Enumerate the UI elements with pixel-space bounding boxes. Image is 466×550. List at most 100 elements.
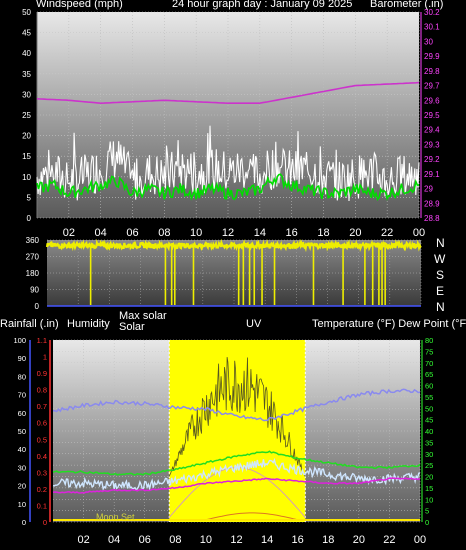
direction-y-tick-label: 180 (26, 269, 40, 278)
barometer-y-tick-label: 29.6 (424, 96, 440, 105)
direction-y-tick-label: 360 (26, 236, 40, 245)
wind-y-tick-label: 10 (22, 173, 31, 182)
barometer-y-tick-label: 29.8 (424, 67, 440, 76)
solar-label: Solar (119, 321, 145, 333)
weather-graph: 0 5 10 15 20 25 30 35 40 45 50 28.8 28.9 29 29.1 29.2 29… (0, 0, 466, 550)
wind-dir-label-n1: N (436, 236, 445, 250)
temperature-y-tick-label: 80 (425, 336, 433, 345)
humidity-y-tick-label: 100 (13, 336, 26, 345)
wind-x-tick-label: 08 (158, 227, 170, 239)
bottom-x-tick-label: 20 (353, 534, 365, 546)
temperature-y-tick-label: 50 (425, 404, 433, 413)
direction-y-tick-label: 270 (26, 253, 40, 262)
wind-x-tick-label: 14 (254, 227, 266, 239)
humidity-axis-title: Humidity (67, 318, 110, 330)
wind-x-tick-label: 04 (95, 227, 107, 239)
barometer-y-tick-label: 29 (424, 185, 433, 194)
temperature-dewpoint-title: Temperature (°F) Dew Point (°F) (312, 318, 466, 330)
rainfall-axis-title: Rainfall (.in) (0, 318, 59, 330)
moon-set-label: Moon Set (96, 512, 135, 522)
rainfall-y-tick-label: 1.1 (37, 336, 47, 345)
barometer-axis-title: Barometer (.in) (370, 0, 444, 10)
barometer-y-tick-label: 29.7 (424, 82, 440, 91)
temperature-y-tick-label: 55 (425, 393, 433, 402)
wind-y-tick-label: 5 (27, 193, 32, 202)
rainfall-y-tick-label: 0.8 (37, 386, 47, 395)
wind-x-tick-label: 06 (126, 227, 138, 239)
wind-dir-label-s: S (436, 268, 445, 282)
temperature-y-tick-label: 40 (425, 427, 433, 436)
rainfall-y-tick-label: 1 (43, 353, 47, 362)
direction-y-tick-label: 90 (30, 286, 39, 295)
temperature-y-tick-label: 65 (425, 370, 433, 379)
barometer-y-tick-label: 29.9 (424, 52, 440, 61)
wind-x-tick-label: 12 (222, 227, 234, 239)
barometer-y-tick-label: 29.3 (424, 140, 440, 149)
bottom-x-tick-label: 10 (200, 534, 212, 546)
barometer-y-tick-label: 29.4 (424, 126, 440, 135)
rainfall-y-tick-label: 0.6 (37, 419, 47, 428)
wind-x-tick-label: 10 (190, 227, 202, 239)
bottom-x-tick-label: 16 (292, 534, 304, 546)
humidity-y-tick-label: 30 (18, 463, 26, 472)
barometer-y-tick-label: 29.1 (424, 170, 440, 179)
bottom-x-tick-label: 04 (108, 534, 120, 546)
humidity-y-tick-label: 50 (18, 427, 26, 436)
direction-y-tick-label: 0 (35, 302, 40, 311)
wind-dir-label-w: W (434, 252, 446, 266)
rainfall-y-tick-label: 0.3 (37, 468, 47, 477)
barometer-y-tick-label: 30 (424, 37, 433, 46)
wind-dir-label-e: E (436, 284, 445, 298)
wind-y-tick-label: 30 (22, 90, 31, 99)
wind-y-tick-label: 25 (22, 111, 31, 120)
wind-y-tick-label: 20 (22, 132, 31, 141)
humidity-y-tick-label: 60 (18, 409, 26, 418)
rainfall-y-tick-label: 0.5 (37, 435, 47, 444)
humidity-y-tick-label: 10 (18, 500, 26, 509)
rainfall-y-tick-label: 0.2 (37, 485, 47, 494)
humidity-y-tick-label: 0 (22, 518, 26, 527)
barometer-y-tick-label: 29.5 (424, 111, 440, 120)
bottom-x-tick-label: 06 (139, 534, 151, 546)
temperature-y-tick-label: 5 (425, 507, 429, 516)
humidity-y-tick-label: 80 (18, 372, 26, 381)
rainfall-y-tick-label: 0.4 (37, 452, 47, 461)
wind-dir-label-n2: N (436, 300, 445, 314)
humidity-y-tick-label: 90 (18, 354, 26, 363)
wind-x-tick-label: 18 (317, 227, 329, 239)
barometer-y-tick-label: 29.2 (424, 155, 440, 164)
bottom-x-tick-label: 18 (322, 534, 334, 546)
graph-title: 24 hour graph day : January 09 2025 (172, 0, 353, 10)
temperature-y-tick-label: 75 (425, 347, 433, 356)
temperature-y-tick-label: 30 (425, 450, 433, 459)
humidity-y-tick-label: 40 (18, 445, 26, 454)
temperature-y-tick-label: 70 (425, 359, 433, 368)
wind-y-tick-label: 0 (27, 214, 32, 223)
wind-y-tick-label: 50 (22, 8, 31, 17)
temperature-y-tick-label: 45 (425, 416, 433, 425)
barometer-y-tick-label: 30.1 (424, 23, 440, 32)
temperature-y-tick-label: 25 (425, 461, 433, 470)
temperature-y-tick-label: 10 (425, 495, 433, 504)
graph-canvas: 0510152025303540455028.828.92929.129.229… (13, 8, 440, 546)
wind-y-tick-label: 45 (22, 29, 31, 38)
rainfall-y-tick-label: 0.9 (37, 369, 47, 378)
humidity-y-tick-label: 70 (18, 391, 26, 400)
barometer-y-tick-label: 28.8 (424, 214, 440, 223)
wind-x-tick-label: 22 (381, 227, 393, 239)
wind-y-tick-label: 35 (22, 70, 31, 79)
temperature-y-tick-label: 15 (425, 484, 433, 493)
barometer-y-tick-label: 28.9 (424, 199, 440, 208)
rainfall-y-tick-label: 0.1 (37, 501, 47, 510)
wind-x-tick-label: 20 (349, 227, 361, 239)
wind-y-tick-label: 15 (22, 152, 31, 161)
humidity-y-tick-label: 20 (18, 482, 26, 491)
bottom-x-tick-label: 22 (383, 534, 395, 546)
temperature-y-tick-label: 60 (425, 382, 433, 391)
bottom-x-tick-label: 12 (230, 534, 242, 546)
temperature-y-tick-label: 35 (425, 438, 433, 447)
wind-x-tick-label: 02 (63, 227, 75, 239)
windspeed-axis-title: Windspeed (mph) (36, 0, 123, 10)
bottom-x-tick-label: 14 (261, 534, 273, 546)
wind-y-tick-label: 40 (22, 49, 31, 58)
